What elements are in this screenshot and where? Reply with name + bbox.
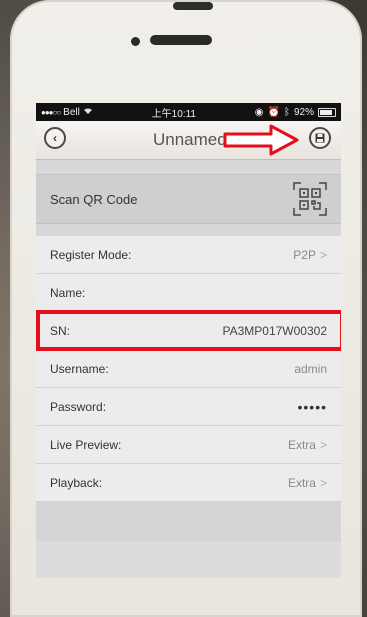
nav-bar: ‹ Unnamed <box>36 121 341 160</box>
playback-label: Playback: <box>50 475 103 490</box>
chevron-right-icon: > <box>319 437 327 452</box>
password-value[interactable]: ••••• <box>297 399 327 415</box>
battery-percent: 92% <box>293 106 314 118</box>
register-mode-row[interactable]: Register Mode: P2P > <box>36 236 341 274</box>
earpiece-speaker <box>150 35 212 45</box>
playback-value: Extra <box>287 475 316 490</box>
status-left: ●●●○○ Bell <box>41 107 93 118</box>
chevron-right-icon: > <box>319 475 327 490</box>
live-preview-value-group: Extra > <box>288 438 327 452</box>
register-mode-label: Register Mode: <box>50 247 132 262</box>
qr-code-icon[interactable] <box>293 182 327 216</box>
username-value[interactable]: admin <box>294 362 327 376</box>
register-mode-value: P2P <box>293 247 316 262</box>
sn-value[interactable]: PA3MP017W00302 <box>222 324 327 338</box>
name-row[interactable]: Name: <box>36 274 341 312</box>
phone-screen: ●●●○○ Bell 上午10:11 ◉ ⏰ ᛒ 92% ‹ Unnamed S… <box>36 103 341 578</box>
username-label: Username: <box>50 361 109 376</box>
password-row[interactable]: Password: ••••• <box>36 388 341 426</box>
bottom-area <box>36 502 341 542</box>
alarm-icon: ⏰ <box>267 106 280 118</box>
red-arrow-annotation-icon <box>223 124 299 156</box>
register-mode-value-group: P2P > <box>293 248 327 262</box>
section-spacer <box>36 160 341 174</box>
save-disk-icon <box>315 133 325 143</box>
save-button[interactable] <box>309 127 331 149</box>
battery-icon <box>317 107 336 117</box>
live-preview-label: Live Preview: <box>50 437 122 452</box>
top-button <box>173 2 213 10</box>
live-preview-row[interactable]: Live Preview: Extra > <box>36 426 341 464</box>
sn-row[interactable]: SN: PA3MP017W00302 <box>36 310 341 351</box>
page-title: Unnamed <box>153 130 227 149</box>
chevron-left-icon: ‹ <box>53 131 57 145</box>
front-camera <box>131 37 140 46</box>
status-bar: ●●●○○ Bell 上午10:11 ◉ ⏰ ᛒ 92% <box>36 103 341 121</box>
live-preview-value: Extra <box>287 437 316 452</box>
name-label: Name: <box>50 285 86 300</box>
status-right: ◉ ⏰ ᛒ 92% <box>255 107 336 118</box>
back-button[interactable]: ‹ <box>44 127 66 149</box>
signal-dots-icon: ●●●○○ <box>41 107 61 117</box>
location-icon: ◉ <box>254 106 264 118</box>
wifi-icon <box>83 107 93 118</box>
scan-qr-row[interactable]: Scan QR Code <box>36 174 341 224</box>
password-label: Password: <box>50 399 107 414</box>
chevron-right-icon: > <box>319 247 327 262</box>
playback-row[interactable]: Playback: Extra > <box>36 464 341 502</box>
bluetooth-icon: ᛒ <box>283 106 290 118</box>
scan-qr-label: Scan QR Code <box>50 191 138 207</box>
carrier-name: Bell <box>63 106 80 118</box>
playback-value-group: Extra > <box>288 476 327 490</box>
username-row[interactable]: Username: admin <box>36 350 341 388</box>
status-time: 上午10:11 <box>151 108 196 120</box>
sn-label: SN: <box>50 323 71 338</box>
section-spacer <box>36 224 341 236</box>
